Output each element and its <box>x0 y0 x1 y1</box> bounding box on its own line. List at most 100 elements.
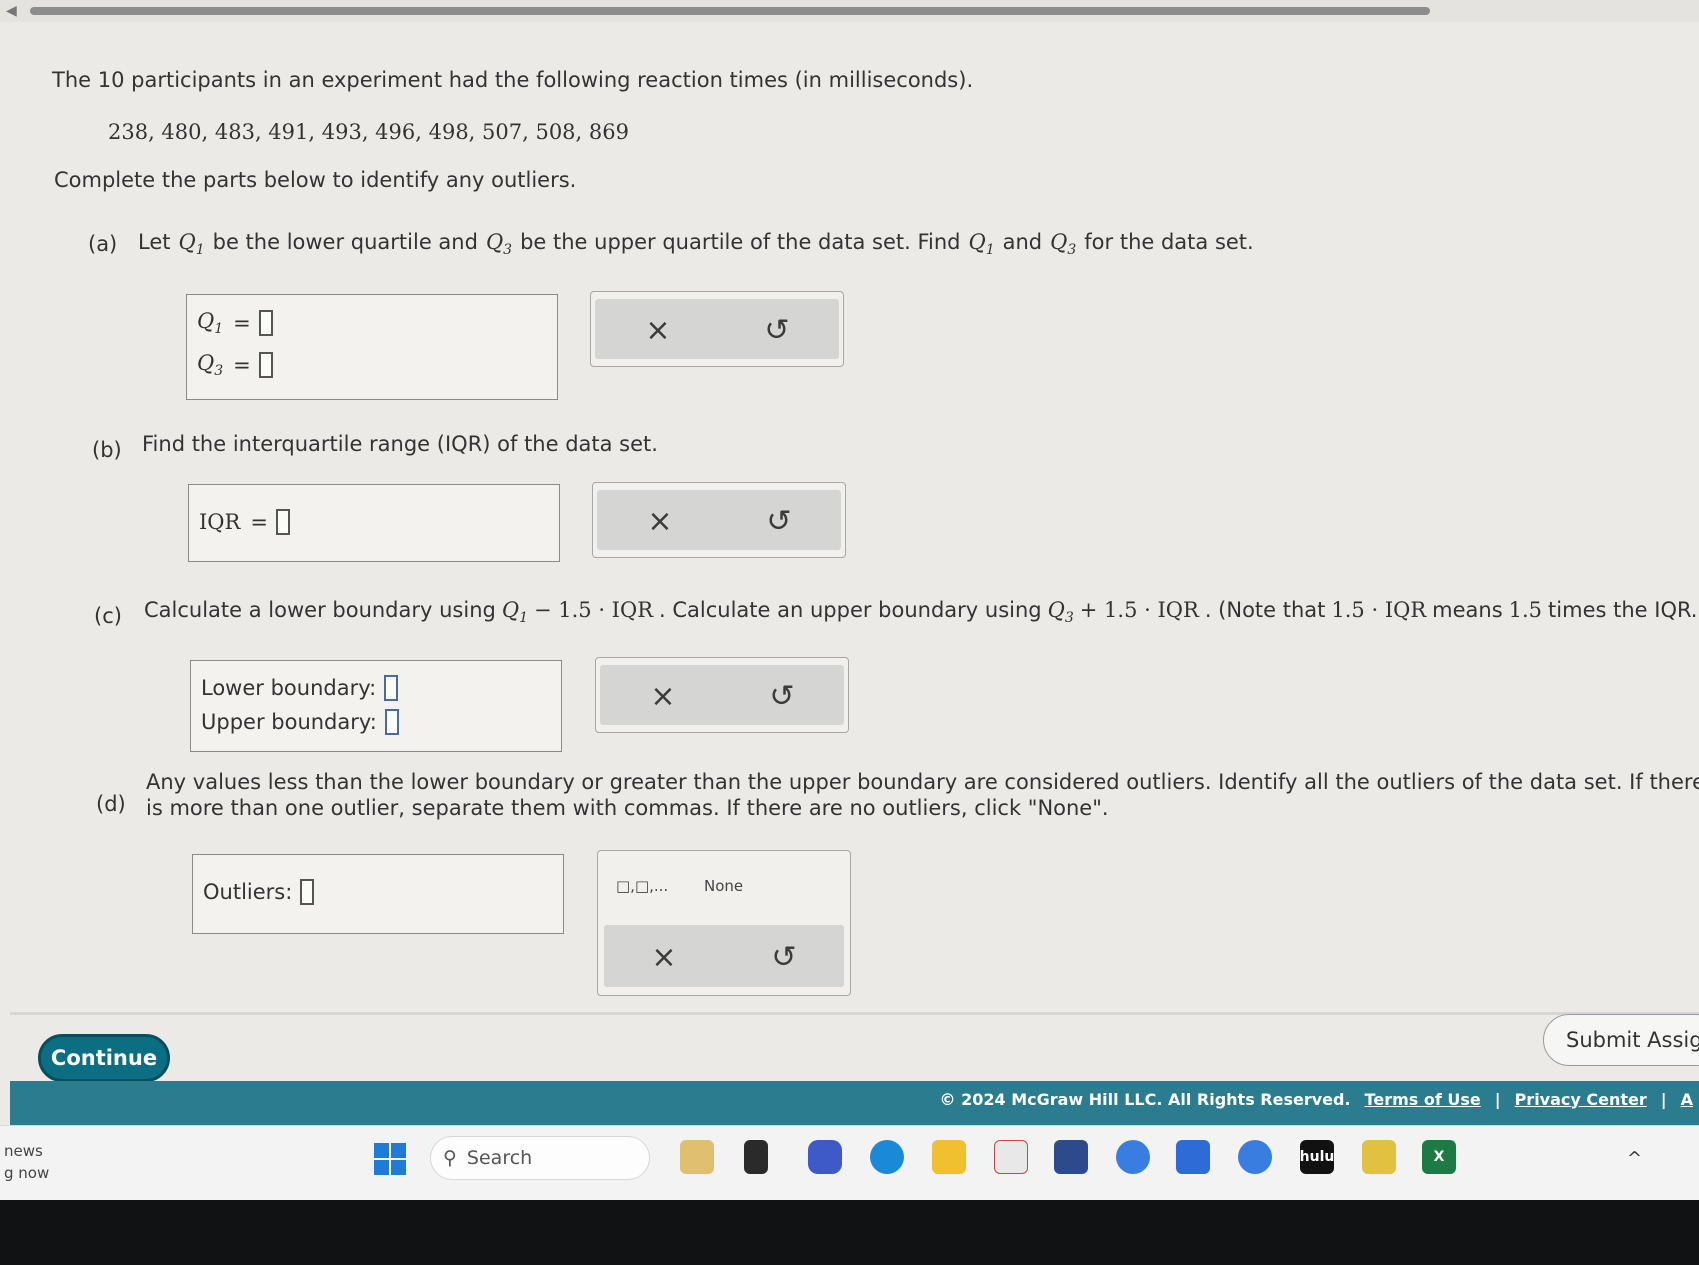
q3-sub-c: 3 <box>1064 610 1074 627</box>
part-c-text-4: means <box>1432 598 1503 622</box>
part-c-tools: × ↺ <box>595 657 849 733</box>
part-b-prompt: Find the interquartile range (IQR) of th… <box>142 432 658 456</box>
part-b-answer-box: IQR = <box>188 484 560 562</box>
q3-eq: = <box>233 353 251 378</box>
part-d-label: (d) <box>96 792 126 816</box>
store-icon[interactable] <box>1054 1140 1088 1174</box>
part-a-text-5: for the data set. <box>1084 230 1254 254</box>
privacy-link[interactable]: Privacy Center <box>1515 1090 1647 1109</box>
part-d-line-2: is more than one outlier, separate them … <box>146 796 1109 820</box>
undo-icon[interactable]: ↺ <box>759 501 799 541</box>
q1-letter: Q <box>178 230 196 254</box>
part-b-label: (b) <box>92 438 122 462</box>
windows-taskbar: news g now ⚲ Search hulu X ^ <box>0 1125 1699 1200</box>
connect-icon[interactable] <box>994 1140 1028 1174</box>
lower-expression: − 1.5 · IQR <box>533 598 654 622</box>
terms-link[interactable]: Terms of Use <box>1365 1090 1481 1109</box>
copilot-icon[interactable] <box>1116 1140 1150 1174</box>
undo-icon[interactable]: ↺ <box>762 676 802 716</box>
q3-sub: 3 <box>503 242 513 259</box>
q3-symbol-2: Q3 <box>1050 230 1076 258</box>
iqr-input[interactable] <box>275 509 290 535</box>
copilot-icon-2[interactable] <box>1238 1140 1272 1174</box>
footer-divider <box>10 1012 1699 1015</box>
copyright-text: © 2024 McGraw Hill LLC. All Rights Reser… <box>939 1089 1351 1109</box>
hulu-icon[interactable]: hulu <box>1300 1140 1334 1174</box>
more-link[interactable]: A <box>1681 1090 1693 1109</box>
outliers-row: Outliers: <box>203 879 315 905</box>
list-tool-button[interactable]: □,□,... <box>616 877 668 895</box>
note-expression-2: 1.5 <box>1508 598 1543 622</box>
q1-symbol-2: Q1 <box>968 230 994 258</box>
upper-boundary-label: Upper boundary: <box>201 710 377 734</box>
part-a-answer-box: Q1 = Q3 = <box>186 294 558 400</box>
part-a-tools-inner <box>595 299 839 359</box>
q3-symbol: Q3 <box>486 230 512 258</box>
q1-eq: = <box>233 311 251 336</box>
none-button[interactable]: None <box>704 877 743 895</box>
q1-symbol: Q1 <box>178 230 204 258</box>
q1-row: Q1 = <box>197 309 273 337</box>
q1-field-sub: 1 <box>214 321 224 338</box>
q1-letter-c: Q <box>501 598 520 622</box>
part-a-label: (a) <box>88 232 118 256</box>
part-d-tools-inner <box>604 925 844 987</box>
undo-icon[interactable]: ↺ <box>764 937 804 977</box>
q3-letter-c: Q <box>1047 598 1065 622</box>
folder-icon[interactable] <box>932 1140 966 1174</box>
widget-icon[interactable] <box>680 1140 714 1174</box>
part-c-text-2: . Calculate an upper boundary using <box>659 598 1042 622</box>
outliers-input[interactable] <box>300 879 315 905</box>
calendar-icon[interactable] <box>1176 1140 1210 1174</box>
part-c-text-1: Calculate a lower boundary using <box>144 598 496 622</box>
chat-icon[interactable] <box>808 1140 842 1174</box>
edge-icon[interactable] <box>870 1140 904 1174</box>
iqr-field-label: IQR <box>199 510 241 534</box>
iqr-eq: = <box>250 510 268 534</box>
part-a-prompt: Let Q1 be the lower quartile and Q3 be t… <box>138 230 1254 258</box>
chevron-up-icon[interactable]: ^ <box>1627 1148 1642 1169</box>
q3-row: Q3 = <box>197 351 273 379</box>
q1-input[interactable] <box>258 310 273 337</box>
part-c-text-5: times the IQR.) <box>1548 598 1699 622</box>
footer-separator: | <box>1494 1089 1501 1109</box>
submit-assignment-button[interactable]: Submit Assig <box>1543 1014 1699 1066</box>
footer-links: © 2024 McGraw Hill LLC. All Rights Reser… <box>940 1081 1699 1117</box>
windows-start-icon[interactable] <box>374 1143 406 1175</box>
part-c-prompt: Calculate a lower boundary using Q1 − 1.… <box>144 598 1699 626</box>
question-content: The 10 participants in an experiment had… <box>0 0 1699 1010</box>
clear-icon[interactable]: × <box>643 676 683 716</box>
notes-icon[interactable] <box>1362 1140 1396 1174</box>
q3-letter-2: Q <box>1050 230 1068 254</box>
note-expression: 1.5 · IQR <box>1331 598 1427 622</box>
file-icon[interactable] <box>744 1140 768 1174</box>
q3-input[interactable] <box>258 352 273 379</box>
clear-icon[interactable]: × <box>644 937 684 977</box>
news-line-2: g now <box>4 1164 50 1182</box>
part-d-answer-box: Outliers: <box>192 854 564 934</box>
part-a-text-1: Let <box>138 230 171 254</box>
part-a-text-4: and <box>1002 230 1043 254</box>
part-d-line-1: Any values less than the lower boundary … <box>146 770 1699 794</box>
clear-icon[interactable]: × <box>638 310 678 350</box>
upper-expression: + 1.5 · IQR <box>1079 598 1199 622</box>
footer-separator-2: | <box>1660 1089 1667 1109</box>
taskbar-search[interactable]: ⚲ Search <box>430 1136 650 1180</box>
clear-icon[interactable]: × <box>640 501 680 541</box>
news-widget[interactable]: news g now <box>4 1140 49 1184</box>
part-c-label: (c) <box>94 604 122 628</box>
lower-boundary-input[interactable] <box>384 675 399 701</box>
excel-icon[interactable]: X <box>1422 1140 1456 1174</box>
q3-field-sub: 3 <box>214 363 224 380</box>
browser-screen: ◀ The 10 participants in an experiment h… <box>0 0 1699 1200</box>
lower-row: Lower boundary: <box>201 675 399 701</box>
data-values: 238, 480, 483, 491, 493, 496, 498, 507, … <box>108 120 629 144</box>
undo-icon[interactable]: ↺ <box>757 310 797 350</box>
footer-bar: © 2024 McGraw Hill LLC. All Rights Reser… <box>10 1081 1699 1125</box>
continue-button[interactable]: Continue <box>38 1034 170 1082</box>
upper-boundary-input[interactable] <box>384 709 399 735</box>
part-c-text-3: . (Note that <box>1204 598 1326 622</box>
search-label: Search <box>466 1147 533 1169</box>
question-instruction: Complete the parts below to identify any… <box>54 168 577 192</box>
part-d-tools: □,□,... None × ↺ <box>597 850 851 996</box>
